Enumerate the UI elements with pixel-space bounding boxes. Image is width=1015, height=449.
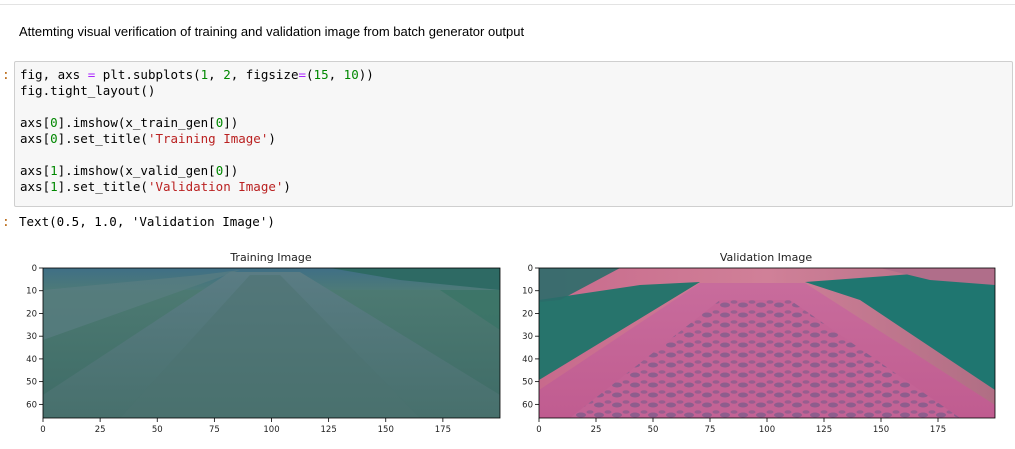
x-tick-label: 75 — [705, 425, 716, 435]
training-title: Training Image — [229, 251, 312, 264]
y-tick-label: 10 — [26, 287, 37, 297]
y-tick-label: 10 — [522, 287, 533, 297]
y-tick-label: 20 — [26, 309, 37, 319]
x-tick-label: 50 — [648, 425, 659, 435]
x-tick-label: 175 — [930, 425, 946, 435]
x-tick-label: 125 — [321, 425, 337, 435]
validation-image — [539, 268, 995, 418]
x-tick-label: 50 — [152, 425, 163, 435]
x-tick-label: 0 — [40, 425, 45, 435]
x-tick-label: 125 — [816, 425, 832, 435]
y-tick-label: 50 — [26, 378, 37, 388]
y-tick-label: 0 — [32, 264, 37, 274]
x-tick-label: 150 — [873, 425, 889, 435]
x-tick-label: 100 — [759, 425, 775, 435]
x-tick-label: 150 — [378, 425, 394, 435]
y-tick-label: 30 — [26, 332, 37, 342]
validation-title: Validation Image — [720, 251, 812, 264]
x-tick-label: 25 — [591, 425, 602, 435]
y-tick-label: 20 — [522, 309, 533, 319]
x-tick-label: 175 — [435, 425, 451, 435]
y-tick-label: 60 — [26, 400, 37, 410]
x-tick-label: 75 — [209, 425, 220, 435]
y-tick-label: 50 — [522, 378, 533, 388]
x-tick-label: 0 — [536, 425, 541, 435]
y-tick-label: 40 — [522, 355, 533, 365]
y-tick-label: 30 — [522, 332, 533, 342]
y-tick-label: 40 — [26, 355, 37, 365]
training-image — [43, 268, 500, 418]
y-tick-label: 0 — [528, 264, 533, 274]
x-tick-label: 25 — [95, 425, 106, 435]
x-tick-label: 100 — [263, 425, 279, 435]
y-tick-label: 60 — [522, 400, 533, 410]
figure: Training Image Validation Image 0 25 50 75 1… — [26, 251, 996, 435]
